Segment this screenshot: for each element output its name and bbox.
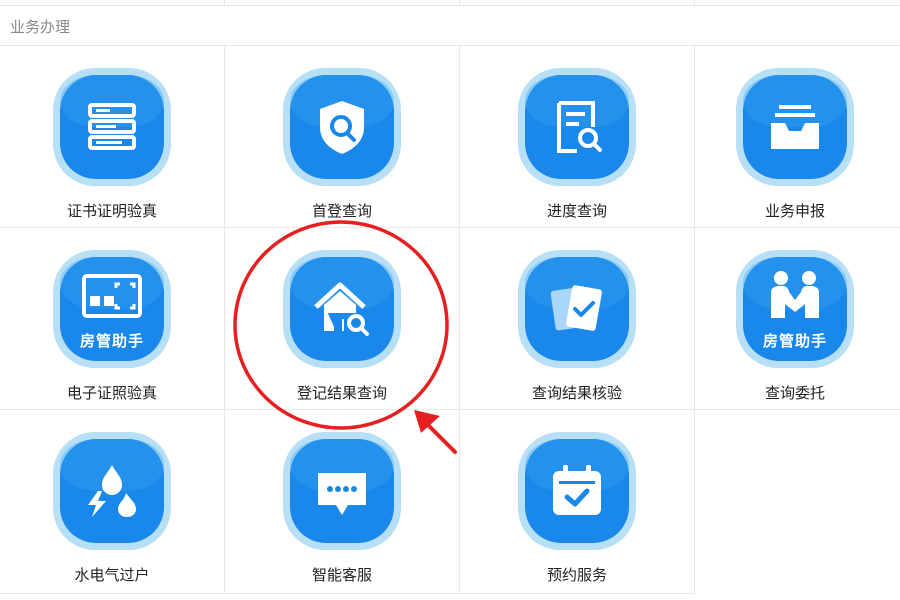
service-label: 预约服务 — [546, 566, 607, 584]
service-tile-icon — [51, 430, 173, 552]
service-tile-smart-support[interactable]: 智能客服 — [225, 410, 460, 594]
service-tile-icon — [516, 430, 638, 552]
service-grid: 证书证明验真 首登查询 进度查询 业务申报 房管助手 电子证照验真 登记结果查询… — [0, 46, 900, 600]
service-tile-register-result-query[interactable]: 登记结果查询 — [225, 228, 460, 410]
service-label: 水电气过户 — [74, 566, 150, 584]
document-list-icon — [82, 97, 142, 157]
inbox-tray-icon — [765, 97, 825, 157]
house-search-icon — [312, 279, 372, 339]
tile-watermark-tag: 房管助手 — [79, 332, 144, 350]
service-tile-icon: 房管助手 — [734, 248, 856, 370]
cards-check-icon — [547, 279, 607, 339]
service-tile-progress-query[interactable]: 进度查询 — [460, 46, 695, 228]
service-tile-business-declare[interactable]: 业务申报 — [695, 46, 900, 228]
utilities-icon — [82, 461, 142, 521]
service-label: 智能客服 — [311, 566, 372, 584]
chat-bubble-icon — [312, 461, 372, 521]
service-tile-appointment[interactable]: 预约服务 — [460, 410, 695, 594]
service-label: 查询结果核验 — [531, 384, 622, 402]
service-tile-certificate-verify[interactable]: 证书证明验真 — [0, 46, 225, 228]
service-label: 查询委托 — [764, 384, 825, 402]
service-tile-icon — [281, 66, 403, 188]
section-title: 业务办理 — [10, 18, 71, 36]
service-tile-first-register-query[interactable]: 首登查询 — [225, 46, 460, 228]
service-tile-e-license-verify[interactable]: 房管助手 电子证照验真 — [0, 228, 225, 410]
top-strip — [0, 0, 900, 6]
shield-search-icon — [312, 97, 372, 157]
service-label: 进度查询 — [546, 202, 607, 220]
service-tile-utilities-transfer[interactable]: 水电气过户 — [0, 410, 225, 594]
handshake-icon — [765, 268, 825, 328]
service-tile-query-entrust[interactable]: 房管助手 查询委托 — [695, 228, 900, 410]
service-label: 证书证明验真 — [66, 202, 157, 220]
service-tile-icon — [734, 66, 856, 188]
tile-watermark-tag: 房管助手 — [762, 332, 827, 350]
service-tile-icon: 房管助手 — [51, 248, 173, 370]
service-label: 业务申报 — [764, 202, 825, 220]
service-label: 电子证照验真 — [66, 384, 157, 402]
service-tile-icon — [516, 248, 638, 370]
service-tile-icon — [516, 66, 638, 188]
service-tile-icon — [51, 66, 173, 188]
service-label: 首登查询 — [311, 202, 372, 220]
service-tile-icon — [281, 248, 403, 370]
document-search-icon — [547, 97, 607, 157]
calendar-check-icon — [547, 461, 607, 521]
service-tile-icon — [281, 430, 403, 552]
service-label: 登记结果查询 — [296, 384, 387, 402]
service-tile-query-result-verify[interactable]: 查询结果核验 — [460, 228, 695, 410]
scan-frame-icon — [82, 270, 142, 330]
